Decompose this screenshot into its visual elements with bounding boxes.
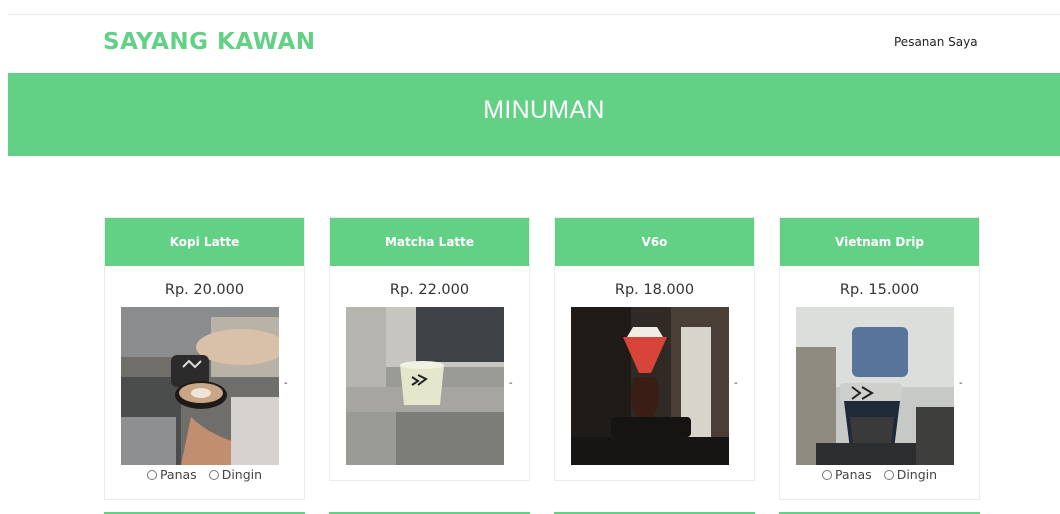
dash-text: - [284,378,288,389]
navbar: SAYANG KAWAN Pesanan Saya [0,15,1060,73]
option-label-dingin: Dingin [221,467,263,482]
nav-link-pesanan-saya[interactable]: Pesanan Saya [894,35,978,49]
product-photo-kopi-latte[interactable] [121,307,279,465]
product-photo-v60[interactable] [571,307,729,465]
product-photo-vietnam-drip[interactable] [796,307,954,465]
product-photo-matcha-latte[interactable] [346,307,504,465]
product-card-vietnam-drip[interactable]: Vietnam Drip Rp. 15.000 - Panas Dingin [779,217,980,500]
option-dingin[interactable]: Dingin [883,467,938,482]
temperature-options: Panas Dingin [105,467,304,482]
product-card-matcha-latte[interactable]: Matcha Latte Rp. 22.000 - [329,217,530,481]
option-dingin[interactable]: Dingin [208,467,263,482]
product-name: Vietnam Drip [835,235,924,249]
option-label-panas: Panas [159,467,197,482]
card-header: V6o [555,218,754,266]
product-card-kopi-latte[interactable]: Kopi Latte Rp. 20.000 - Panas Dingin [104,217,305,500]
product-name: V6o [641,235,668,249]
temperature-options: Panas Dingin [780,467,979,482]
product-price: Rp. 20.000 [164,282,245,298]
radio-panas[interactable] [821,469,832,480]
product-name: Matcha Latte [384,235,475,249]
product-name: Kopi Latte [169,235,240,249]
card-header: Vietnam Drip [780,218,979,266]
dash-text: - [959,378,963,389]
card-header: Matcha Latte [330,218,529,266]
product-card-v60[interactable]: V6o Rp. 18.000 - [554,217,755,481]
dash-text: - [509,378,513,389]
option-panas[interactable]: Panas [146,467,197,482]
product-price: Rp. 15.000 [839,282,920,298]
option-label-panas: Panas [834,467,872,482]
dash-text: - [734,378,738,389]
option-label-dingin: Dingin [896,467,938,482]
brand-logo[interactable]: SAYANG KAWAN [103,29,316,55]
page-title: MINUMAN [483,96,605,124]
radio-panas[interactable] [146,469,157,480]
radio-dingin[interactable] [208,469,219,480]
product-price: Rp. 22.000 [389,282,470,298]
option-panas[interactable]: Panas [821,467,872,482]
radio-dingin[interactable] [883,469,894,480]
card-header: Kopi Latte [105,218,304,266]
product-price: Rp. 18.000 [614,282,695,298]
category-banner: MINUMAN [8,73,1060,156]
